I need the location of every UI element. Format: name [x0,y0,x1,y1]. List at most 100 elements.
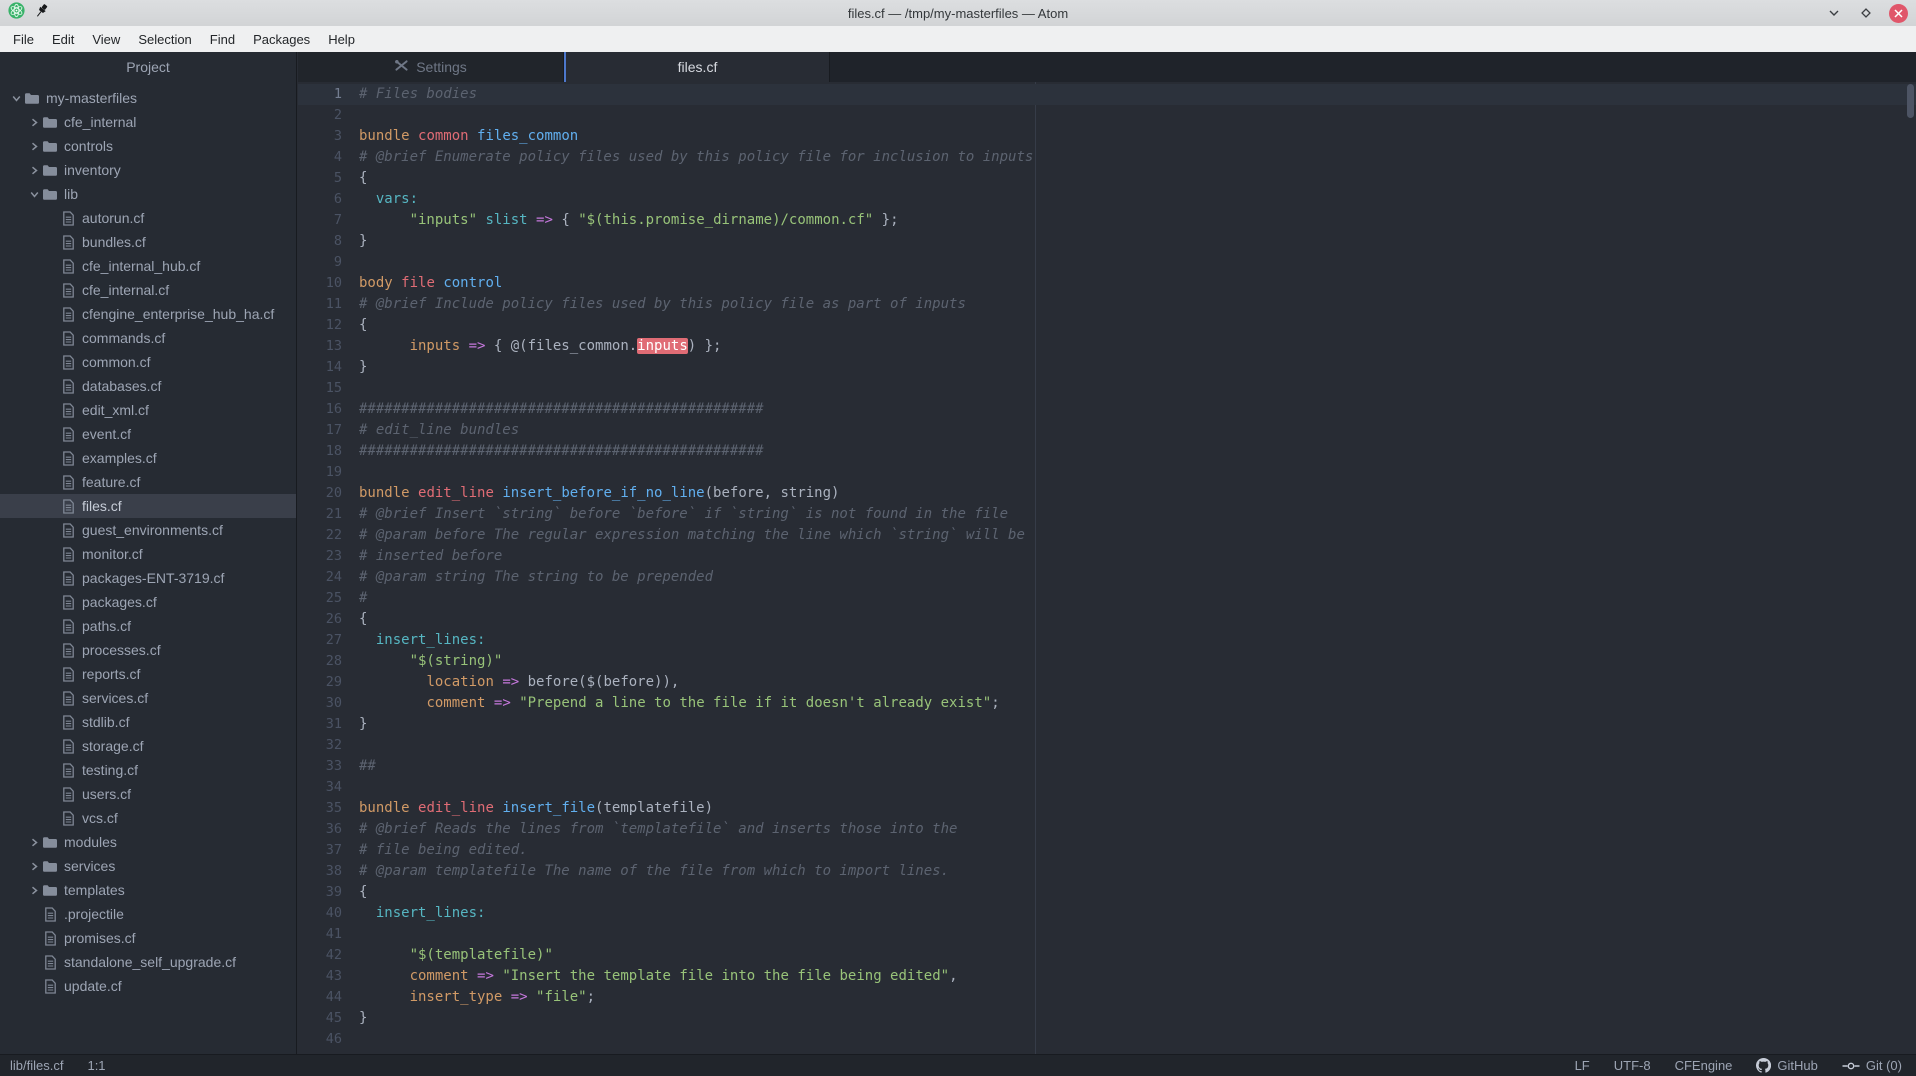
chevron-down-icon[interactable] [8,94,24,103]
line-number[interactable]: 7 [298,210,356,231]
code-line-31[interactable]: } [356,714,1916,735]
tree-item-cfe_internal_hub.cf[interactable]: cfe_internal_hub.cf [0,254,296,278]
tab-files-cf[interactable]: files.cf [564,52,830,82]
line-number[interactable]: 24 [298,567,356,588]
code-line-32[interactable] [356,735,1916,756]
code-line-8[interactable]: } [356,231,1916,252]
line-number[interactable]: 44 [298,987,356,1008]
code-line-42[interactable]: "$(templatefile)" [356,945,1916,966]
code-line-5[interactable]: { [356,168,1916,189]
line-number[interactable]: 8 [298,231,356,252]
status-lf[interactable]: LF [1575,1058,1590,1073]
line-number[interactable]: 15 [298,378,356,399]
tree-item-update.cf[interactable]: update.cf [0,974,296,998]
line-number[interactable]: 30 [298,693,356,714]
code-line-3[interactable]: bundle common files_common [356,126,1916,147]
tree-item-edit_xml.cf[interactable]: edit_xml.cf [0,398,296,422]
line-number[interactable]: 14 [298,357,356,378]
code-line-12[interactable]: { [356,315,1916,336]
tree-item-services[interactable]: services [0,854,296,878]
line-number[interactable]: 21 [298,504,356,525]
maximize-button[interactable] [1857,4,1875,22]
line-number-gutter[interactable]: 1234567891011121314151617181920212223242… [298,84,356,1050]
status-utf-8[interactable]: UTF-8 [1614,1058,1651,1073]
menu-packages[interactable]: Packages [244,28,319,51]
tree-item-guest_environments.cf[interactable]: guest_environments.cf [0,518,296,542]
line-number[interactable]: 13 [298,336,356,357]
tree-item-commands.cf[interactable]: commands.cf [0,326,296,350]
code-line-44[interactable]: insert_type => "file"; [356,987,1916,1008]
tree-item-event.cf[interactable]: event.cf [0,422,296,446]
code-line-18[interactable]: ########################################… [356,441,1916,462]
code-line-41[interactable] [356,924,1916,945]
code-line-22[interactable]: # @param before The regular expression m… [356,525,1916,546]
code-line-46[interactable] [356,1029,1916,1050]
code-line-33[interactable]: ## [356,756,1916,777]
code-line-10[interactable]: body file control [356,273,1916,294]
scrollbar-handle[interactable] [1907,84,1914,118]
code-line-20[interactable]: bundle edit_line insert_before_if_no_lin… [356,483,1916,504]
line-number[interactable]: 11 [298,294,356,315]
menu-view[interactable]: View [83,28,129,51]
tree-item-services.cf[interactable]: services.cf [0,686,296,710]
tree-item-templates[interactable]: templates [0,878,296,902]
line-number[interactable]: 29 [298,672,356,693]
code-line-23[interactable]: # inserted before [356,546,1916,567]
tree-item-packages-ENT-3719.cf[interactable]: packages-ENT-3719.cf [0,566,296,590]
code-line-9[interactable] [356,252,1916,273]
code-line-24[interactable]: # @param string The string to be prepend… [356,567,1916,588]
chevron-right-icon[interactable] [26,838,42,847]
code-line-4[interactable]: # @brief Enumerate policy files used by … [356,147,1916,168]
line-number[interactable]: 46 [298,1029,356,1050]
menu-selection[interactable]: Selection [129,28,200,51]
chevron-down-icon[interactable] [26,190,42,199]
tree-item-examples.cf[interactable]: examples.cf [0,446,296,470]
chevron-right-icon[interactable] [26,886,42,895]
tree-item-storage.cf[interactable]: storage.cf [0,734,296,758]
tree-item-files.cf[interactable]: files.cf [0,494,296,518]
code-line-29[interactable]: location => before($(before)), [356,672,1916,693]
tree-item-processes.cf[interactable]: processes.cf [0,638,296,662]
code-area[interactable]: # Files bodiesbundle common files_common… [356,84,1916,1050]
line-number[interactable]: 12 [298,315,356,336]
status-1-1[interactable]: 1:1 [87,1058,105,1073]
line-number[interactable]: 39 [298,882,356,903]
line-number[interactable]: 23 [298,546,356,567]
code-line-35[interactable]: bundle edit_line insert_file(templatefil… [356,798,1916,819]
code-line-37[interactable]: # file being edited. [356,840,1916,861]
code-line-45[interactable]: } [356,1008,1916,1029]
line-number[interactable]: 42 [298,945,356,966]
line-number[interactable]: 9 [298,252,356,273]
line-number[interactable]: 20 [298,483,356,504]
code-line-21[interactable]: # @brief Insert `string` before `before`… [356,504,1916,525]
line-number[interactable]: 37 [298,840,356,861]
tree-item-cfe_internal[interactable]: cfe_internal [0,110,296,134]
code-line-14[interactable]: } [356,357,1916,378]
tree-item-databases.cf[interactable]: databases.cf [0,374,296,398]
tree-item-cfe_internal.cf[interactable]: cfe_internal.cf [0,278,296,302]
code-line-39[interactable]: { [356,882,1916,903]
code-line-27[interactable]: insert_lines: [356,630,1916,651]
tree-item-users.cf[interactable]: users.cf [0,782,296,806]
line-number[interactable]: 31 [298,714,356,735]
code-line-16[interactable]: ########################################… [356,399,1916,420]
menu-edit[interactable]: Edit [43,28,83,51]
tree-item-testing.cf[interactable]: testing.cf [0,758,296,782]
line-number[interactable]: 40 [298,903,356,924]
close-button[interactable] [1889,4,1908,23]
menu-file[interactable]: File [4,28,43,51]
line-number[interactable]: 35 [298,798,356,819]
tree-item-inventory[interactable]: inventory [0,158,296,182]
code-line-6[interactable]: vars: [356,189,1916,210]
line-number[interactable]: 26 [298,609,356,630]
line-number[interactable]: 36 [298,819,356,840]
line-number[interactable]: 28 [298,651,356,672]
line-number[interactable]: 38 [298,861,356,882]
tree-item-lib[interactable]: lib [0,182,296,206]
chevron-right-icon[interactable] [26,118,42,127]
line-number[interactable]: 4 [298,147,356,168]
status-git-0-[interactable]: Git (0) [1842,1058,1902,1073]
code-line-36[interactable]: # @brief Reads the lines from `templatef… [356,819,1916,840]
code-line-38[interactable]: # @param templatefile The name of the fi… [356,861,1916,882]
line-number[interactable]: 27 [298,630,356,651]
